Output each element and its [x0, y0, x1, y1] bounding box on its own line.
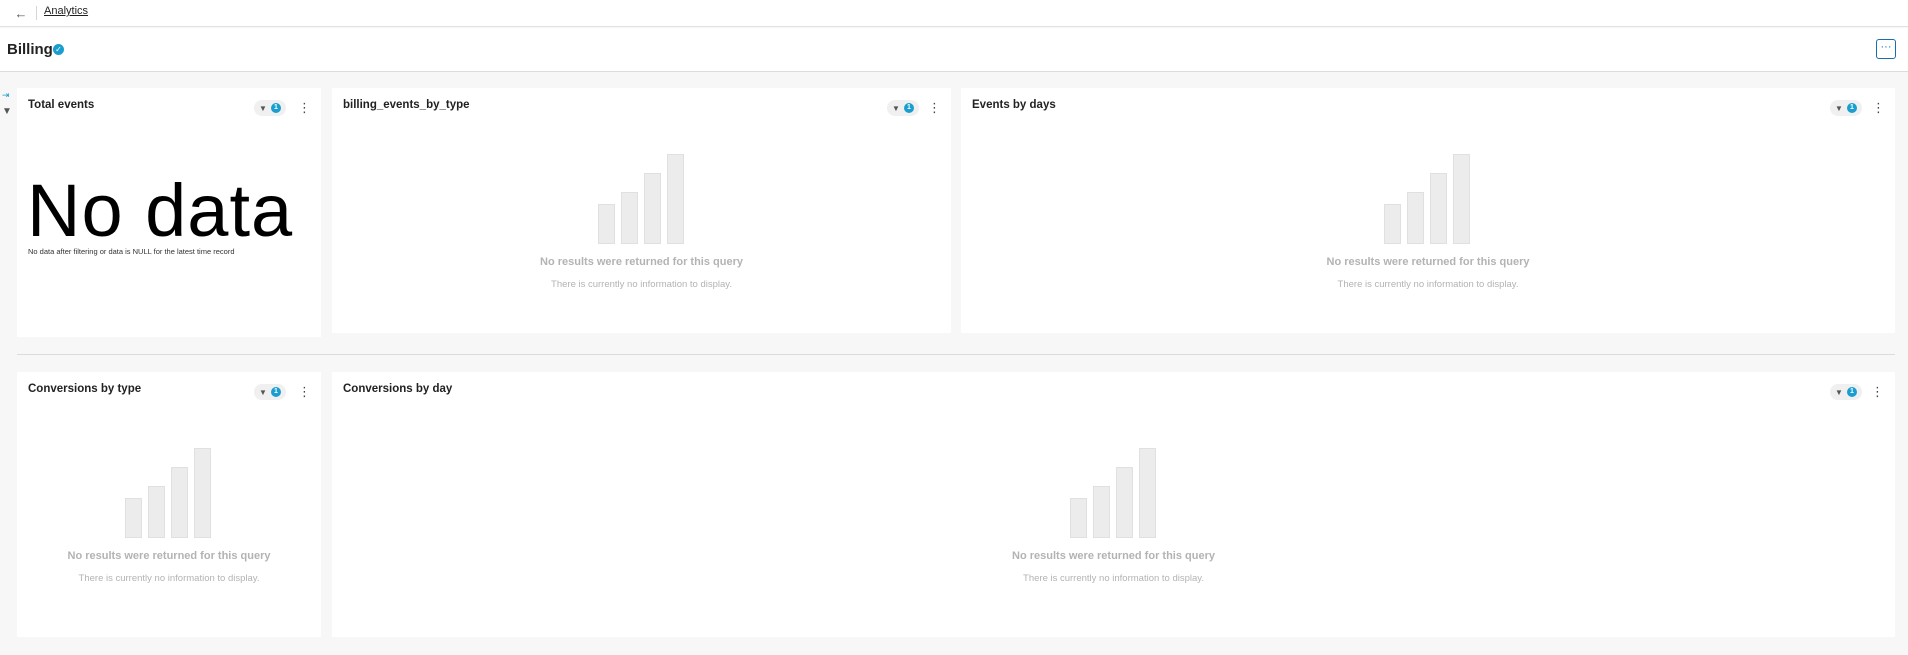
top-bar: ← Analytics [0, 0, 1908, 27]
filter-chip[interactable]: ▼ 1 [887, 100, 919, 116]
empty-chart-icon [1069, 446, 1158, 538]
panel-billing-events-by-type: billing_events_by_type ▼ 1 ⋮ No results … [332, 88, 951, 333]
empty-state-title: No results were returned for this query [1012, 550, 1215, 562]
empty-state-title: No results were returned for this query [540, 256, 743, 268]
panel-conversions-by-type: Conversions by type ▼ 1 ⋮ No results wer… [17, 372, 321, 637]
empty-state-subtitle: There is currently no information to dis… [551, 279, 732, 290]
panel-events-by-days: Events by days ▼ 1 ⋮ No results were ret… [961, 88, 1895, 333]
panel-conversions-by-day: Conversions by day ▼ 1 ⋮ No results were… [332, 372, 1895, 637]
panel-title: Events by days [972, 99, 1056, 111]
empty-state-subtitle: There is currently no information to dis… [1337, 279, 1519, 290]
kebab-menu-icon[interactable]: ⋮ [298, 99, 311, 117]
arrow-left-icon: ← [14, 5, 28, 21]
filter-count-badge: 1 [270, 387, 281, 397]
more-options-button[interactable]: ··· [1876, 39, 1896, 59]
filter-icon: ▼ [259, 387, 267, 397]
panel-title: Conversions by type [28, 383, 142, 395]
expand-icon[interactable]: ⇥ [2, 90, 10, 101]
filter-count-badge: 1 [270, 103, 281, 113]
panel-total-events: Total events ▼ 1 ⋮ No data No data after… [17, 88, 321, 337]
filter-icon[interactable]: ▼ [2, 106, 12, 117]
panel-title: Conversions by day [343, 383, 453, 395]
empty-state-title: No results were returned for this query [67, 550, 271, 562]
kebab-menu-icon[interactable]: ⋮ [1872, 99, 1885, 117]
no-data-message: No data after filtering or data is NULL … [28, 247, 235, 256]
empty-state: No results were returned for this query … [332, 446, 1895, 584]
filter-chip[interactable]: ▼ 1 [1830, 384, 1862, 400]
empty-state: No results were returned for this query … [17, 446, 321, 584]
row-divider [17, 354, 1895, 355]
top-divider [36, 6, 37, 20]
empty-state-subtitle: There is currently no information to dis… [78, 573, 260, 584]
filter-icon: ▼ [1835, 103, 1843, 113]
filter-count-badge: 1 [1846, 103, 1857, 113]
no-data-value: No data [27, 169, 294, 252]
empty-state: No results were returned for this query … [961, 152, 1895, 290]
breadcrumb-analytics[interactable]: Analytics [44, 5, 88, 17]
panel-title: Total events [28, 99, 95, 111]
empty-state-subtitle: There is currently no information to dis… [1023, 573, 1204, 584]
filter-count-badge: 1 [1846, 387, 1857, 397]
back-button[interactable]: ← [11, 3, 31, 23]
filter-chip[interactable]: ▼ 1 [254, 100, 286, 116]
filter-chip[interactable]: ▼ 1 [1830, 100, 1862, 116]
empty-state: No results were returned for this query … [332, 152, 951, 290]
check-circle-icon: ✓ [53, 44, 64, 55]
kebab-menu-icon[interactable]: ⋮ [298, 383, 311, 401]
dashboard-header: Billing ✓ ··· [0, 28, 1908, 72]
kebab-menu-icon[interactable]: ⋮ [928, 99, 941, 117]
filter-count-badge: 1 [903, 103, 914, 113]
page-title: Billing [7, 41, 53, 58]
empty-chart-icon [597, 152, 686, 244]
empty-chart-icon [125, 446, 213, 538]
filter-icon: ▼ [259, 103, 267, 113]
kebab-menu-icon[interactable]: ⋮ [1871, 383, 1884, 401]
filter-icon: ▼ [1835, 387, 1843, 397]
filter-icon: ▼ [892, 103, 900, 113]
filter-chip[interactable]: ▼ 1 [254, 384, 286, 400]
empty-chart-icon [1384, 152, 1472, 244]
empty-state-title: No results were returned for this query [1326, 256, 1530, 268]
panel-title: billing_events_by_type [343, 99, 470, 111]
